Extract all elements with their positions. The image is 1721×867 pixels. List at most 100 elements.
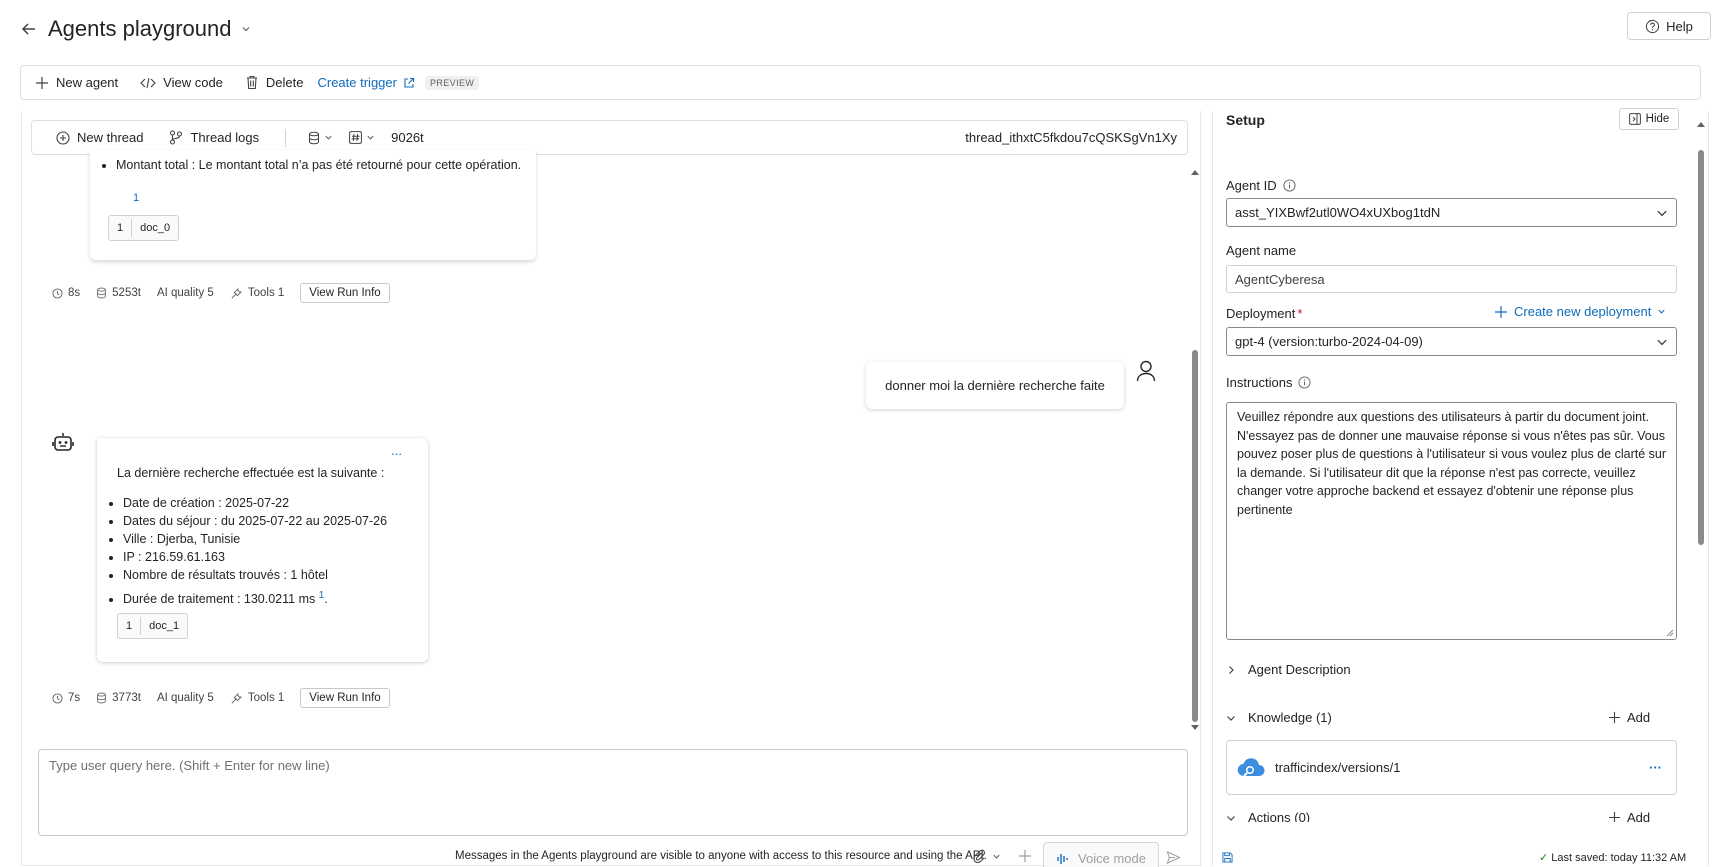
create-trigger-link[interactable]: Create trigger PREVIEW xyxy=(317,75,480,90)
query-placeholder: Type user query here. (Shift + Enter for… xyxy=(49,758,330,773)
agent-name-input[interactable]: AgentCyberesa xyxy=(1226,265,1677,293)
ai-quality-value: AI quality 5 xyxy=(156,287,214,299)
plus-icon[interactable] xyxy=(1018,849,1032,863)
message-bullet: IP : 216.59.61.163 xyxy=(123,548,428,566)
user-message-bubble: donner moi la dernière recherche faite xyxy=(866,362,1124,409)
user-query-input[interactable]: Type user query here. (Shift + Enter for… xyxy=(38,749,1188,836)
message-bullet-text: Durée de traitement : 130.0211 ms xyxy=(123,592,316,607)
create-new-deployment-button[interactable]: Create new deployment xyxy=(1494,304,1666,319)
doc-citation-chip[interactable]: 1 doc_0 xyxy=(108,215,180,241)
info-icon[interactable] xyxy=(1283,179,1296,192)
knowledge-item[interactable]: trafficindex/versions/1 ··· xyxy=(1226,740,1677,795)
message-bullet: Montant total : Le montant total n’a pas… xyxy=(116,156,536,174)
view-run-info-button[interactable]: View Run Info xyxy=(300,283,390,303)
hash-dropdown[interactable] xyxy=(349,131,375,144)
thread-id: thread_ithxtC5fkdou7cQSKSgVn1Xy xyxy=(965,130,1177,145)
run-stats-row: 7s 3773t AI quality 5 Tools 1 View Run I… xyxy=(52,688,390,708)
database-dropdown[interactable] xyxy=(308,131,333,145)
message-bullet-with-ref: Durée de traitement : 130.0211 ms 1. xyxy=(123,587,428,608)
number-symbol-icon xyxy=(349,131,363,144)
user-avatar-icon xyxy=(1136,360,1156,382)
doc-citation-number: 1 xyxy=(109,219,133,237)
chevron-down-icon xyxy=(1226,713,1236,723)
agent-description-section[interactable]: Agent Description xyxy=(1226,662,1351,677)
collapse-panel-icon xyxy=(1628,113,1641,125)
scroll-up-arrow-icon[interactable] xyxy=(1696,120,1706,128)
send-icon[interactable] xyxy=(1166,850,1181,865)
doc-citation-number: 1 xyxy=(118,617,142,636)
user-message-text: donner moi la dernière recherche faite xyxy=(885,378,1105,393)
thread-logs-button[interactable]: Thread logs xyxy=(169,130,259,145)
view-run-info-button[interactable]: View Run Info xyxy=(300,688,390,708)
doc-citation-chip[interactable]: 1 doc_1 xyxy=(117,613,189,640)
voice-mode-button[interactable]: Voice mode xyxy=(1043,842,1159,867)
last-saved-text: Last saved: today 11:32 AM xyxy=(1551,852,1687,864)
agent-toolbar: New agent View code Delete Create trigge… xyxy=(20,65,1701,100)
new-thread-label: New thread xyxy=(77,130,144,145)
help-button[interactable]: Help xyxy=(1627,12,1711,40)
chevron-down-icon xyxy=(1657,307,1666,316)
knowledge-label: Knowledge (1) xyxy=(1248,710,1332,725)
message-bullet: Ville : Djerba, Tunisie xyxy=(123,530,428,548)
chevron-down-icon[interactable] xyxy=(992,852,1001,861)
run-stats-row: 8s 5253t AI quality 5 Tools 1 View Run I… xyxy=(52,283,390,303)
new-thread-button[interactable]: New thread xyxy=(56,130,143,145)
resize-grip-icon[interactable] xyxy=(1666,629,1674,637)
question-circle-icon xyxy=(1645,19,1660,34)
preview-badge: PREVIEW xyxy=(424,75,480,90)
wrench-icon xyxy=(230,287,243,300)
plus-icon xyxy=(1608,711,1621,724)
footnote-link[interactable]: 1 xyxy=(319,590,325,601)
ai-quality-value: AI quality 5 xyxy=(156,692,214,704)
hide-label: Hide xyxy=(1645,113,1670,125)
clock-icon xyxy=(52,692,63,704)
new-agent-button[interactable]: New agent xyxy=(35,75,118,90)
delete-button[interactable]: Delete xyxy=(245,75,304,90)
chat-scrollbar-thumb[interactable] xyxy=(1192,350,1198,722)
save-icon[interactable] xyxy=(1222,852,1233,863)
message-more-button[interactable]: ... xyxy=(391,442,402,460)
voice-mode-label: Voice mode xyxy=(1078,851,1146,866)
delete-label: Delete xyxy=(265,75,304,90)
deployment-select[interactable]: gpt-4 (version:turbo-2024-04-09) xyxy=(1226,327,1677,356)
title-chevron-down-icon[interactable] xyxy=(241,24,251,34)
info-icon[interactable] xyxy=(1298,376,1312,389)
message-bullet: Date de création : 2025-07-22 xyxy=(123,494,428,512)
instructions-textarea[interactable]: Veuillez répondre aux questions des util… xyxy=(1226,402,1677,640)
knowledge-section[interactable]: Knowledge (1) xyxy=(1226,710,1332,725)
assistant-message-card: ... La dernière recherche effectuée est … xyxy=(97,438,428,662)
doc-citation-name: doc_0 xyxy=(140,222,171,234)
agent-id-select[interactable]: asst_YIXBwf2utl0WO4xUXbog1tdN xyxy=(1226,198,1677,227)
setup-scrollbar-thumb[interactable] xyxy=(1698,150,1704,545)
agent-id-value: asst_YIXBwf2utl0WO4xUXbog1tdN xyxy=(1235,205,1441,220)
tools-value: Tools 1 xyxy=(247,287,285,299)
tools-stat: Tools 1 xyxy=(230,692,284,705)
voice-wave-icon xyxy=(1056,852,1070,866)
back-arrow-icon[interactable] xyxy=(20,20,38,38)
hide-setup-button[interactable]: Hide xyxy=(1619,108,1679,130)
add-knowledge-button[interactable]: Add xyxy=(1608,710,1650,725)
deployment-label-text: Deployment xyxy=(1226,306,1296,321)
thread-logs-label: Thread logs xyxy=(190,130,260,145)
visibility-notice: Messages in the Agents playground are vi… xyxy=(455,850,987,862)
scroll-up-arrow-icon[interactable] xyxy=(1190,168,1200,176)
chevron-down-icon xyxy=(1226,813,1236,823)
run-time-value: 8s xyxy=(68,287,81,299)
chevron-down-icon xyxy=(1656,207,1668,219)
instructions-value: Veuillez répondre aux questions des util… xyxy=(1237,410,1667,517)
clock-icon xyxy=(52,287,63,299)
ai-quality-stat: AI quality 5 xyxy=(157,287,214,299)
view-code-button[interactable]: View code xyxy=(140,75,223,90)
token-value: 5253t xyxy=(112,287,141,299)
attach-icon[interactable] xyxy=(972,849,986,863)
wrench-icon xyxy=(230,692,243,705)
toolbar-divider xyxy=(285,128,287,147)
instructions-label: Instructions xyxy=(1226,375,1312,390)
footnote-link[interactable]: 1 xyxy=(133,192,139,204)
last-saved-status: ✓ Last saved: today 11:32 AM xyxy=(1539,851,1686,864)
knowledge-more-button[interactable]: ··· xyxy=(1649,760,1662,775)
page-header: Agents playground xyxy=(20,12,251,46)
scroll-down-arrow-icon[interactable] xyxy=(1190,724,1200,732)
tools-stat: Tools 1 xyxy=(230,287,284,300)
knowledge-item-name: trafficindex/versions/1 xyxy=(1275,760,1401,775)
